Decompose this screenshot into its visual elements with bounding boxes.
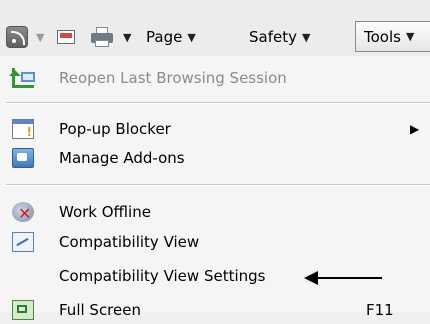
chevron-down-icon: ▼ (36, 30, 45, 44)
command-bar: ▼ ▼ Page ▼ Safety ▼ Tools ▼ (0, 0, 430, 56)
safety-menu-button[interactable]: Safety ▼ (249, 24, 310, 50)
menu-separator (6, 102, 430, 104)
manage-addons-icon (12, 148, 34, 168)
reopen-session-icon (9, 68, 35, 88)
menu-item-manage-addons[interactable]: Manage Add-ons (0, 144, 430, 172)
work-offline-icon (12, 202, 34, 223)
print-dropdown[interactable]: ▼ (118, 24, 131, 50)
menu-item-label: Pop-up Blocker (59, 120, 171, 138)
feeds-dropdown[interactable]: ▼ (31, 24, 44, 50)
shortcut-label: F11 (366, 301, 394, 319)
full-screen-icon (12, 300, 34, 320)
menu-item-label: Compatibility View (59, 233, 200, 251)
chevron-down-icon: ▼ (301, 30, 311, 44)
chevron-down-icon: ▼ (405, 30, 415, 43)
annotation-arrow-icon (304, 270, 382, 286)
mail-icon[interactable] (57, 30, 75, 44)
menu-item-popup-blocker[interactable]: Pop-up Blocker ▶ (0, 115, 430, 143)
printer-icon[interactable] (91, 27, 113, 47)
chevron-down-icon: ▼ (123, 30, 132, 44)
rss-feeds-icon[interactable] (6, 26, 28, 48)
submenu-arrow-icon: ▶ (410, 122, 420, 136)
menu-item-label: Manage Add-ons (59, 149, 185, 167)
menu-item-work-offline[interactable]: Work Offline (0, 198, 430, 226)
menu-item-label: Work Offline (59, 203, 151, 221)
menu-separator (6, 184, 430, 186)
popup-blocker-icon (12, 119, 34, 139)
compatibility-view-icon (12, 232, 34, 252)
page-menu-label: Page (146, 28, 183, 46)
menu-item-full-screen[interactable]: Full Screen F11 (0, 296, 430, 324)
chevron-down-icon: ▼ (187, 30, 196, 44)
menu-item-compatibility-view[interactable]: Compatibility View (0, 228, 430, 256)
tools-menu-button[interactable]: Tools ▼ (355, 21, 430, 52)
menu-item-label: Full Screen (59, 301, 141, 319)
page-menu-button[interactable]: Page ▼ (146, 24, 196, 50)
tools-menu-label: Tools (364, 27, 401, 46)
menu-item-label: Compatibility View Settings (59, 267, 266, 285)
menu-item-reopen-session[interactable]: Reopen Last Browsing Session (0, 64, 430, 92)
safety-menu-label: Safety (249, 28, 297, 46)
menu-item-label: Reopen Last Browsing Session (59, 69, 287, 87)
